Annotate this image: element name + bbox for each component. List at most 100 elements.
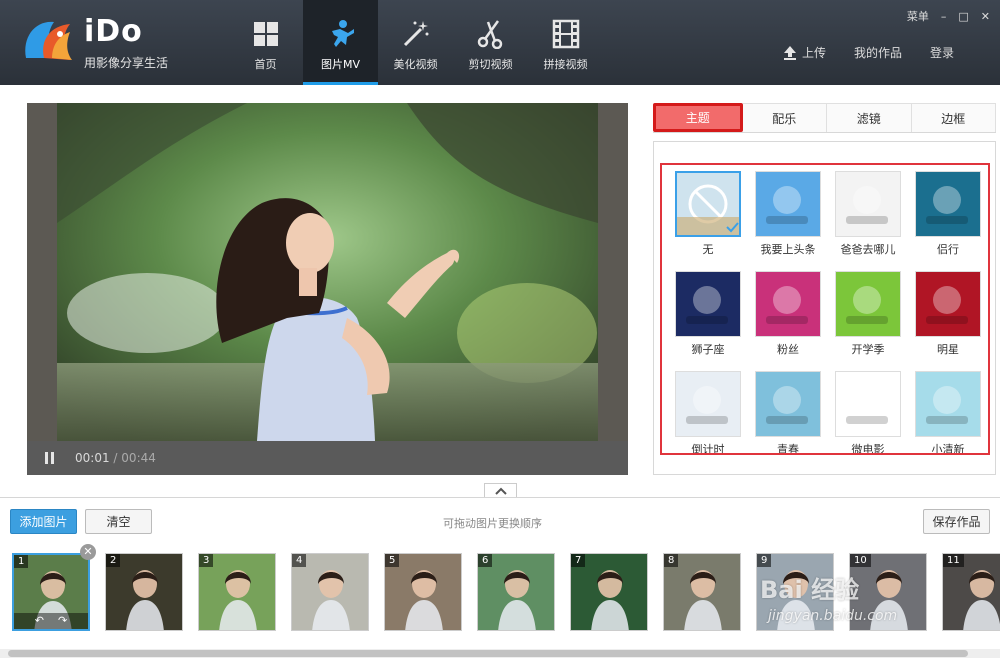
photo-thumbnail[interactable]: 2 bbox=[105, 553, 183, 631]
theme-item[interactable]: 狮子座 bbox=[668, 271, 748, 371]
remove-photo-icon[interactable]: ✕ bbox=[80, 544, 96, 560]
clear-button[interactable]: 清空 bbox=[85, 509, 152, 534]
my-works-link[interactable]: 我的作品 bbox=[854, 44, 902, 61]
rotate-right-icon[interactable]: ↷ bbox=[58, 613, 67, 629]
nav-label: 拼接视频 bbox=[543, 58, 588, 71]
theme-item[interactable]: 侣行 bbox=[908, 171, 988, 271]
theme-name: 粉丝 bbox=[777, 343, 799, 356]
close-button[interactable]: ✕ bbox=[981, 10, 990, 23]
upload-label: 上传 bbox=[801, 46, 826, 60]
theme-item[interactable]: 青春 bbox=[748, 371, 828, 455]
photo-thumbnail[interactable]: 11 bbox=[942, 553, 1000, 631]
total-time: 00:44 bbox=[121, 451, 156, 465]
photo-index: 1 bbox=[14, 555, 29, 568]
theme-item[interactable]: 我要上头条 bbox=[748, 171, 828, 271]
theme-name: 倒计时 bbox=[691, 443, 725, 455]
theme-thumbnail bbox=[835, 271, 901, 337]
nav-label: 美化视频 bbox=[393, 58, 438, 71]
section-divider bbox=[0, 497, 1000, 498]
photo-index: 9 bbox=[757, 554, 772, 567]
nav-item-join-video[interactable]: 拼接视频 bbox=[528, 0, 603, 85]
theme-item[interactable]: 小清新 bbox=[908, 371, 988, 455]
rotate-left-icon[interactable]: ↶ bbox=[35, 613, 44, 629]
photo-thumbnail[interactable]: 8 bbox=[663, 553, 741, 631]
theme-thumbnail bbox=[835, 171, 901, 237]
theme-item[interactable]: 粉丝 bbox=[748, 271, 828, 371]
theme-name: 明星 bbox=[937, 343, 959, 356]
theme-name: 狮子座 bbox=[691, 343, 725, 356]
photo-thumbnail[interactable]: 6 bbox=[477, 553, 555, 631]
strip-scrollbar[interactable] bbox=[0, 649, 1000, 658]
nav-label: 图片MV bbox=[320, 58, 360, 71]
tab-music[interactable]: 配乐 bbox=[742, 103, 827, 132]
nav-label: 剪切视频 bbox=[468, 58, 513, 71]
watermark-text: Bai 经验 bbox=[760, 576, 860, 604]
preview-image bbox=[27, 103, 628, 441]
maximize-button[interactable]: □ bbox=[958, 10, 968, 23]
login-link[interactable]: 登录 bbox=[930, 44, 954, 61]
pause-icon[interactable] bbox=[45, 452, 57, 464]
add-photo-button[interactable]: 添加图片 bbox=[10, 509, 77, 534]
photo-index: 8 bbox=[664, 554, 679, 567]
theme-name: 小清新 bbox=[931, 443, 965, 455]
theme-grid-highlight: 无 我要上头条 爸爸去哪儿 侣行狮子座 粉丝 开学季 明星倒计时 青春 微电影 小清新 bbox=[660, 163, 990, 455]
nav-item-cut-video[interactable]: 剪切视频 bbox=[453, 0, 528, 85]
photo-mv-icon bbox=[325, 18, 357, 50]
nav-item-beautify-video[interactable]: 美化视频 bbox=[378, 0, 453, 85]
player-controls: 00:01 / 00:44 bbox=[27, 441, 628, 475]
theme-thumbnail bbox=[915, 371, 981, 437]
account-bar: 上传 我的作品 登录 bbox=[782, 44, 954, 61]
none-icon bbox=[677, 184, 739, 235]
theme-item[interactable]: 倒计时 bbox=[668, 371, 748, 455]
minimize-button[interactable]: – bbox=[941, 10, 947, 23]
theme-name: 青春 bbox=[777, 443, 799, 455]
photo-thumbnail[interactable]: 1 ↶ ↷ bbox=[12, 553, 90, 631]
theme-name: 我要上头条 bbox=[760, 243, 816, 256]
nav-label: 首页 bbox=[254, 58, 277, 71]
nav-item-photo-mv[interactable]: 图片MV bbox=[303, 0, 378, 85]
home-grid-icon bbox=[250, 18, 282, 50]
time-separator: / bbox=[113, 451, 118, 465]
photo-thumbnail[interactable]: 7 bbox=[570, 553, 648, 631]
watermark-url: jingyan.baidu.com bbox=[768, 608, 898, 624]
video-player: 00:01 / 00:44 bbox=[27, 103, 628, 475]
photo-index: 5 bbox=[385, 554, 400, 567]
drag-hint: 可拖动图片更换顺序 bbox=[443, 517, 542, 530]
scrollbar-thumb[interactable] bbox=[8, 650, 968, 657]
photo-thumbnail[interactable]: 4 bbox=[291, 553, 369, 631]
theme-thumbnail bbox=[915, 171, 981, 237]
theme-item[interactable]: 爸爸去哪儿 bbox=[828, 171, 908, 271]
theme-item[interactable]: 无 bbox=[668, 171, 748, 271]
theme-item[interactable]: 明星 bbox=[908, 271, 988, 371]
current-time: 00:01 bbox=[75, 451, 110, 465]
theme-name: 开学季 bbox=[851, 343, 885, 356]
theme-item[interactable]: 开学季 bbox=[828, 271, 908, 371]
photo-index: 10 bbox=[850, 554, 871, 567]
nav-item-home[interactable]: 首页 bbox=[228, 0, 303, 85]
save-works-button[interactable]: 保存作品 bbox=[923, 509, 990, 534]
menu-button[interactable]: 菜单 bbox=[907, 8, 929, 24]
theme-name: 微电影 bbox=[851, 443, 885, 455]
effect-tabs: 主题 配乐 滤镜 边框 bbox=[653, 103, 996, 133]
upload-button[interactable]: 上传 bbox=[782, 44, 826, 61]
expand-toggle[interactable] bbox=[484, 483, 517, 498]
theme-thumbnail bbox=[675, 171, 741, 237]
theme-name: 无 bbox=[702, 243, 714, 256]
app-name: iDo bbox=[84, 14, 143, 49]
tab-filter[interactable]: 滤镜 bbox=[827, 103, 912, 132]
upload-icon bbox=[783, 45, 796, 60]
theme-thumbnail bbox=[835, 371, 901, 437]
top-bar: iDo 用影像分享生活 首页 图片MV 美化视频 剪切视频 拼接视频 菜单 – … bbox=[0, 0, 1000, 85]
tab-theme[interactable]: 主题 bbox=[653, 103, 743, 132]
theme-thumbnail bbox=[755, 271, 821, 337]
tab-frame[interactable]: 边框 bbox=[911, 103, 996, 132]
theme-thumbnail bbox=[755, 371, 821, 437]
theme-thumbnail bbox=[915, 271, 981, 337]
theme-item[interactable]: 微电影 bbox=[828, 371, 908, 455]
photo-thumbnail[interactable]: 3 bbox=[198, 553, 276, 631]
window-controls: 菜单 – □ ✕ bbox=[907, 8, 990, 24]
photo-thumbnail[interactable]: 5 bbox=[384, 553, 462, 631]
theme-name: 侣行 bbox=[937, 243, 959, 256]
scissors-icon bbox=[475, 18, 507, 50]
photo-index: 2 bbox=[106, 554, 121, 567]
